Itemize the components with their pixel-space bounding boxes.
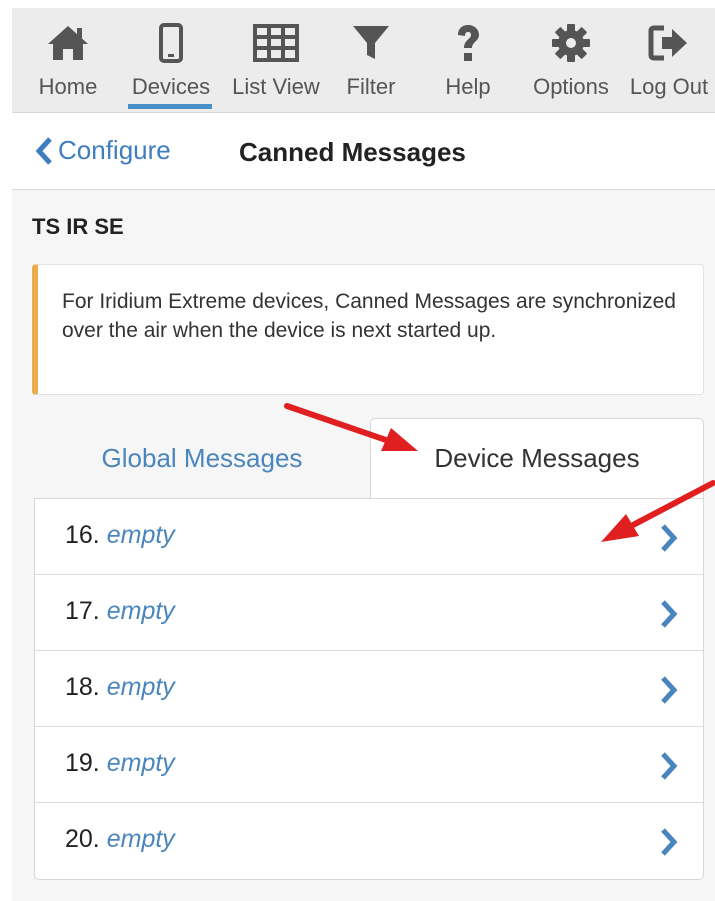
question-icon (432, 20, 504, 66)
toolbar-help-label: Help (445, 74, 491, 99)
message-number: 17. (65, 597, 100, 625)
device-name: TS IR SE (32, 214, 124, 239)
toolbar-devices-button[interactable]: Devices (126, 8, 216, 112)
toolbar-help-button[interactable]: Help (432, 8, 504, 112)
list-item-text: 20. empty (65, 825, 175, 854)
message-value: empty (106, 521, 175, 549)
toolbar-home-button[interactable]: Home (30, 8, 106, 112)
app-container: Home Devices List View Filter Help Optio… (12, 8, 715, 901)
chevron-left-icon (35, 136, 52, 165)
page-title: Canned Messages (239, 137, 466, 167)
tab-device-messages-label: Device Messages (434, 443, 640, 473)
logout-icon (624, 20, 714, 66)
gear-icon (522, 20, 620, 66)
message-value: empty (106, 597, 175, 625)
message-number: 16. (65, 521, 100, 549)
list-item-text: 19. empty (65, 749, 175, 778)
list-item-text: 18. empty (65, 673, 175, 702)
toolbar-filter-button[interactable]: Filter (338, 8, 404, 112)
info-callout: For Iridium Extreme devices, Canned Mess… (32, 264, 704, 395)
list-item-text: 17. empty (65, 597, 175, 626)
message-value: empty (106, 749, 175, 777)
toolbar: Home Devices List View Filter Help Optio… (12, 8, 715, 113)
list-item[interactable]: 19. empty (35, 727, 703, 803)
message-value: empty (106, 673, 175, 701)
toolbar-logout-label: Log Out (629, 74, 709, 99)
message-list: 16. empty 17. empty 18. empty 19. empty … (34, 498, 704, 880)
active-tab-indicator (128, 104, 212, 109)
chevron-right-icon (661, 524, 678, 552)
chevron-right-icon (661, 600, 678, 628)
tab-global-messages-label: Global Messages (101, 442, 303, 473)
back-button-label: Configure (58, 135, 171, 165)
chevron-right-icon (661, 828, 678, 856)
chevron-right-icon (661, 752, 678, 780)
toolbar-options-label: Options (533, 74, 609, 99)
toolbar-listview-button[interactable]: List View (224, 8, 328, 112)
chevron-right-icon (661, 676, 678, 704)
message-number: 20. (65, 825, 100, 853)
tab-global-messages[interactable]: Global Messages (34, 418, 370, 498)
toolbar-home-label: Home (38, 74, 98, 99)
toolbar-options-button[interactable]: Options (522, 8, 620, 112)
toolbar-filter-label: Filter (346, 74, 396, 99)
message-number: 19. (65, 749, 100, 777)
toolbar-listview-label: List View (232, 74, 320, 99)
grid-icon (224, 20, 328, 66)
toolbar-devices-label: Devices (131, 74, 211, 99)
page-header: Configure Canned Messages (12, 113, 715, 190)
home-icon (30, 20, 106, 66)
list-item[interactable]: 16. empty (35, 499, 703, 575)
message-value: empty (106, 825, 175, 853)
filter-icon (338, 20, 404, 66)
list-item[interactable]: 20. empty (35, 803, 703, 879)
phone-icon (126, 20, 216, 66)
back-button[interactable]: Configure (34, 135, 171, 166)
tab-device-messages[interactable]: Device Messages (370, 418, 704, 498)
message-number: 18. (65, 673, 100, 701)
list-item[interactable]: 17. empty (35, 575, 703, 651)
list-item[interactable]: 18. empty (35, 651, 703, 727)
toolbar-logout-button[interactable]: Log Out (624, 8, 714, 112)
list-item-text: 16. empty (65, 521, 175, 550)
callout-text: For Iridium Extreme devices, Canned Mess… (62, 290, 676, 342)
